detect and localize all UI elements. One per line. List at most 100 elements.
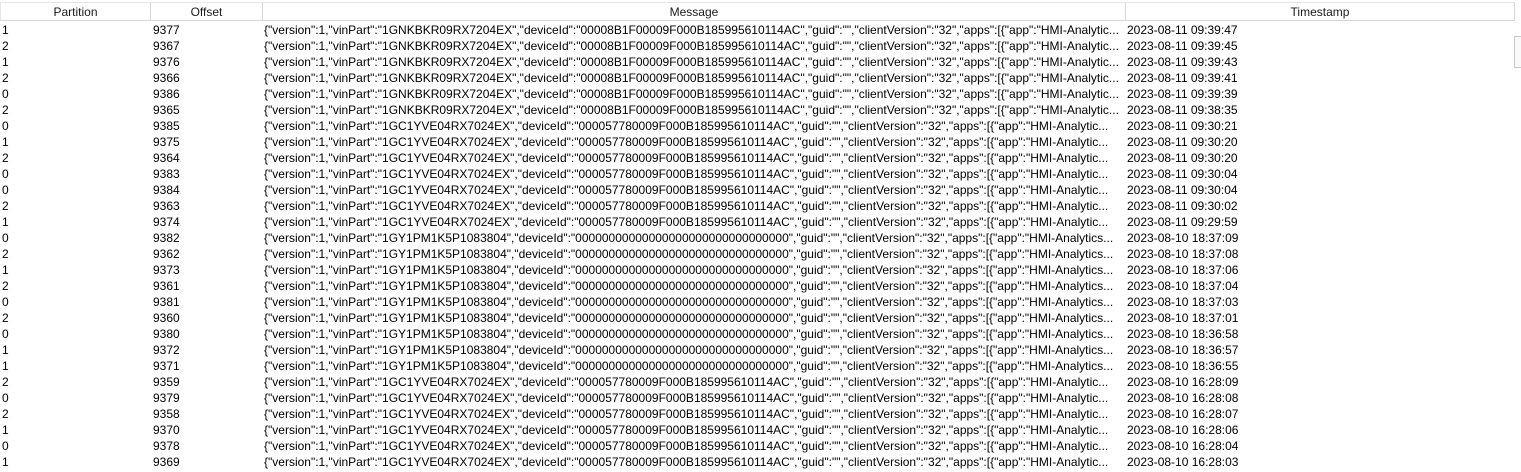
table-row[interactable]: 1 9371 {"version":1,"vinPart":"1GY1PM1K5P1…: [0, 358, 1521, 374]
offset-cell: 9382: [153, 231, 180, 245]
offset-cell: 9369: [153, 455, 180, 469]
table-row[interactable]: 0 9384 {"version":1,"vinPart":"1GC1YVE04RX…: [0, 182, 1521, 198]
partition-cell: 1: [2, 423, 9, 437]
table-body: 1 9377 {"version":1,"vinPart":"1GNKBKR09RX…: [0, 22, 1521, 470]
timestamp-cell: 2023-08-11 09:39:45: [1127, 39, 1238, 53]
column-header-partition[interactable]: Partition: [0, 2, 151, 21]
timestamp-cell: 2023-08-10 18:36:58: [1127, 327, 1239, 341]
column-header-offset[interactable]: Offset: [151, 2, 263, 21]
table-row[interactable]: 2 9360 {"version":1,"vinPart":"1GY1PM1K5P1…: [0, 310, 1521, 326]
timestamp-cell: 2023-08-11 09:39:39: [1127, 87, 1238, 101]
timestamp-cell: 2023-08-11 09:30:02: [1127, 199, 1238, 213]
partition-cell: 0: [2, 87, 9, 101]
table-row[interactable]: 0 9385 {"version":1,"vinPart":"1GC1YVE04RX…: [0, 118, 1521, 134]
vertical-scrollbar-thumb[interactable]: [1514, 36, 1521, 68]
table-row[interactable]: 1 9369 {"version":1,"vinPart":"1GC1YVE04RX…: [0, 454, 1521, 470]
table-row[interactable]: 0 9382 {"version":1,"vinPart":"1GY1PM1K5P1…: [0, 230, 1521, 246]
table-row[interactable]: 2 9361 {"version":1,"vinPart":"1GY1PM1K5P1…: [0, 278, 1521, 294]
table-row[interactable]: 2 9365 {"version":1,"vinPart":"1GNKBKR09RX…: [0, 102, 1521, 118]
partition-cell: 2: [2, 103, 9, 117]
column-header-message[interactable]: Message: [263, 2, 1126, 21]
offset-cell: 9380: [153, 327, 180, 341]
timestamp-cell: 2023-08-11 09:30:04: [1127, 167, 1238, 181]
message-cell: {"version":1,"vinPart":"1GY1PM1K5P108380…: [264, 263, 1114, 277]
table-row[interactable]: 0 9383 {"version":1,"vinPart":"1GC1YVE04RX…: [0, 166, 1521, 182]
message-cell: {"version":1,"vinPart":"1GC1YVE04RX7024E…: [264, 183, 1109, 197]
table-row[interactable]: 1 9374 {"version":1,"vinPart":"1GC1YVE04RX…: [0, 214, 1521, 230]
partition-cell: 2: [2, 311, 9, 325]
table-row[interactable]: 0 9386 {"version":1,"vinPart":"1GNKBKR09RX…: [0, 86, 1521, 102]
table-row[interactable]: 2 9367 {"version":1,"vinPart":"1GNKBKR09RX…: [0, 38, 1521, 54]
timestamp-cell: 2023-08-11 09:30:20: [1127, 135, 1238, 149]
table-row[interactable]: 2 9363 {"version":1,"vinPart":"1GC1YVE04RX…: [0, 198, 1521, 214]
partition-cell: 0: [2, 439, 9, 453]
message-cell: {"version":1,"vinPart":"1GY1PM1K5P108380…: [264, 295, 1114, 309]
message-cell: {"version":1,"vinPart":"1GNKBKR09RX7204E…: [264, 87, 1119, 101]
timestamp-cell: 2023-08-10 16:28:06: [1127, 423, 1239, 437]
table-row[interactable]: 2 9364 {"version":1,"vinPart":"1GC1YVE04RX…: [0, 150, 1521, 166]
table-row[interactable]: 1 9370 {"version":1,"vinPart":"1GC1YVE04RX…: [0, 422, 1521, 438]
table-row[interactable]: 0 9379 {"version":1,"vinPart":"1GC1YVE04RX…: [0, 390, 1521, 406]
table-row[interactable]: 1 9376 {"version":1,"vinPart":"1GNKBKR09RX…: [0, 54, 1521, 70]
offset-cell: 9373: [153, 263, 180, 277]
offset-cell: 9376: [153, 55, 180, 69]
table-row[interactable]: 2 9358 {"version":1,"vinPart":"1GC1YVE04RX…: [0, 406, 1521, 422]
timestamp-cell: 2023-08-11 09:30:21: [1127, 119, 1238, 133]
offset-cell: 9365: [153, 103, 180, 117]
table-row[interactable]: 2 9362 {"version":1,"vinPart":"1GY1PM1K5P1…: [0, 246, 1521, 262]
partition-cell: 1: [2, 215, 9, 229]
table-row[interactable]: 1 9375 {"version":1,"vinPart":"1GC1YVE04RX…: [0, 134, 1521, 150]
table-row[interactable]: 2 9359 {"version":1,"vinPart":"1GC1YVE04RX…: [0, 374, 1521, 390]
offset-cell: 9384: [153, 183, 180, 197]
offset-cell: 9364: [153, 151, 180, 165]
offset-cell: 9377: [153, 23, 180, 37]
message-cell: {"version":1,"vinPart":"1GC1YVE04RX7024E…: [264, 167, 1109, 181]
message-cell: {"version":1,"vinPart":"1GNKBKR09RX7204E…: [264, 55, 1119, 69]
table-row[interactable]: 0 9378 {"version":1,"vinPart":"1GC1YVE04RX…: [0, 438, 1521, 454]
timestamp-cell: 2023-08-10 18:37:06: [1127, 263, 1239, 277]
timestamp-cell: 2023-08-10 18:36:55: [1127, 359, 1239, 373]
table-row[interactable]: 2 9366 {"version":1,"vinPart":"1GNKBKR09RX…: [0, 70, 1521, 86]
message-cell: {"version":1,"vinPart":"1GC1YVE04RX7024E…: [264, 215, 1109, 229]
timestamp-cell: 2023-08-11 09:30:04: [1127, 183, 1238, 197]
offset-cell: 9374: [153, 215, 180, 229]
message-cell: {"version":1,"vinPart":"1GC1YVE04RX7024E…: [264, 151, 1109, 165]
message-cell: {"version":1,"vinPart":"1GC1YVE04RX7024E…: [264, 439, 1109, 453]
offset-cell: 9370: [153, 423, 180, 437]
column-header-timestamp[interactable]: Timestamp: [1126, 2, 1515, 21]
message-cell: {"version":1,"vinPart":"1GNKBKR09RX7204E…: [264, 39, 1119, 53]
offset-cell: 9385: [153, 119, 180, 133]
partition-cell: 0: [2, 119, 9, 133]
partition-cell: 0: [2, 391, 9, 405]
offset-cell: 9366: [153, 71, 180, 85]
partition-cell: 2: [2, 279, 9, 293]
partition-cell: 2: [2, 199, 9, 213]
message-cell: {"version":1,"vinPart":"1GC1YVE04RX7024E…: [264, 423, 1109, 437]
timestamp-cell: 2023-08-10 16:28:07: [1127, 407, 1239, 421]
offset-cell: 9367: [153, 39, 180, 53]
table-row[interactable]: 1 9377 {"version":1,"vinPart":"1GNKBKR09RX…: [0, 22, 1521, 38]
offset-cell: 9360: [153, 311, 180, 325]
message-cell: {"version":1,"vinPart":"1GNKBKR09RX7204E…: [264, 23, 1119, 37]
table-row[interactable]: 1 9373 {"version":1,"vinPart":"1GY1PM1K5P1…: [0, 262, 1521, 278]
message-cell: {"version":1,"vinPart":"1GC1YVE04RX7024E…: [264, 119, 1109, 133]
timestamp-cell: 2023-08-10 18:37:09: [1127, 231, 1239, 245]
partition-cell: 1: [2, 359, 9, 373]
offset-cell: 9358: [153, 407, 180, 421]
message-table: Partition Offset Message Timestamp 1 9377…: [0, 0, 1521, 472]
partition-cell: 0: [2, 327, 9, 341]
offset-cell: 9375: [153, 135, 180, 149]
timestamp-cell: 2023-08-10 16:28:09: [1127, 375, 1239, 389]
timestamp-cell: 2023-08-11 09:30:20: [1127, 151, 1238, 165]
message-cell: {"version":1,"vinPart":"1GNKBKR09RX7204E…: [264, 103, 1119, 117]
table-row[interactable]: 0 9381 {"version":1,"vinPart":"1GY1PM1K5P1…: [0, 294, 1521, 310]
partition-cell: 2: [2, 71, 9, 85]
partition-cell: 1: [2, 455, 9, 469]
timestamp-cell: 2023-08-11 09:39:41: [1127, 71, 1238, 85]
message-cell: {"version":1,"vinPart":"1GC1YVE04RX7024E…: [264, 407, 1109, 421]
timestamp-cell: 2023-08-10 18:37:01: [1127, 311, 1239, 325]
table-row[interactable]: 0 9380 {"version":1,"vinPart":"1GY1PM1K5P1…: [0, 326, 1521, 342]
partition-cell: 0: [2, 231, 9, 245]
timestamp-cell: 2023-08-10 18:37:03: [1127, 295, 1239, 309]
table-row[interactable]: 1 9372 {"version":1,"vinPart":"1GY1PM1K5P1…: [0, 342, 1521, 358]
